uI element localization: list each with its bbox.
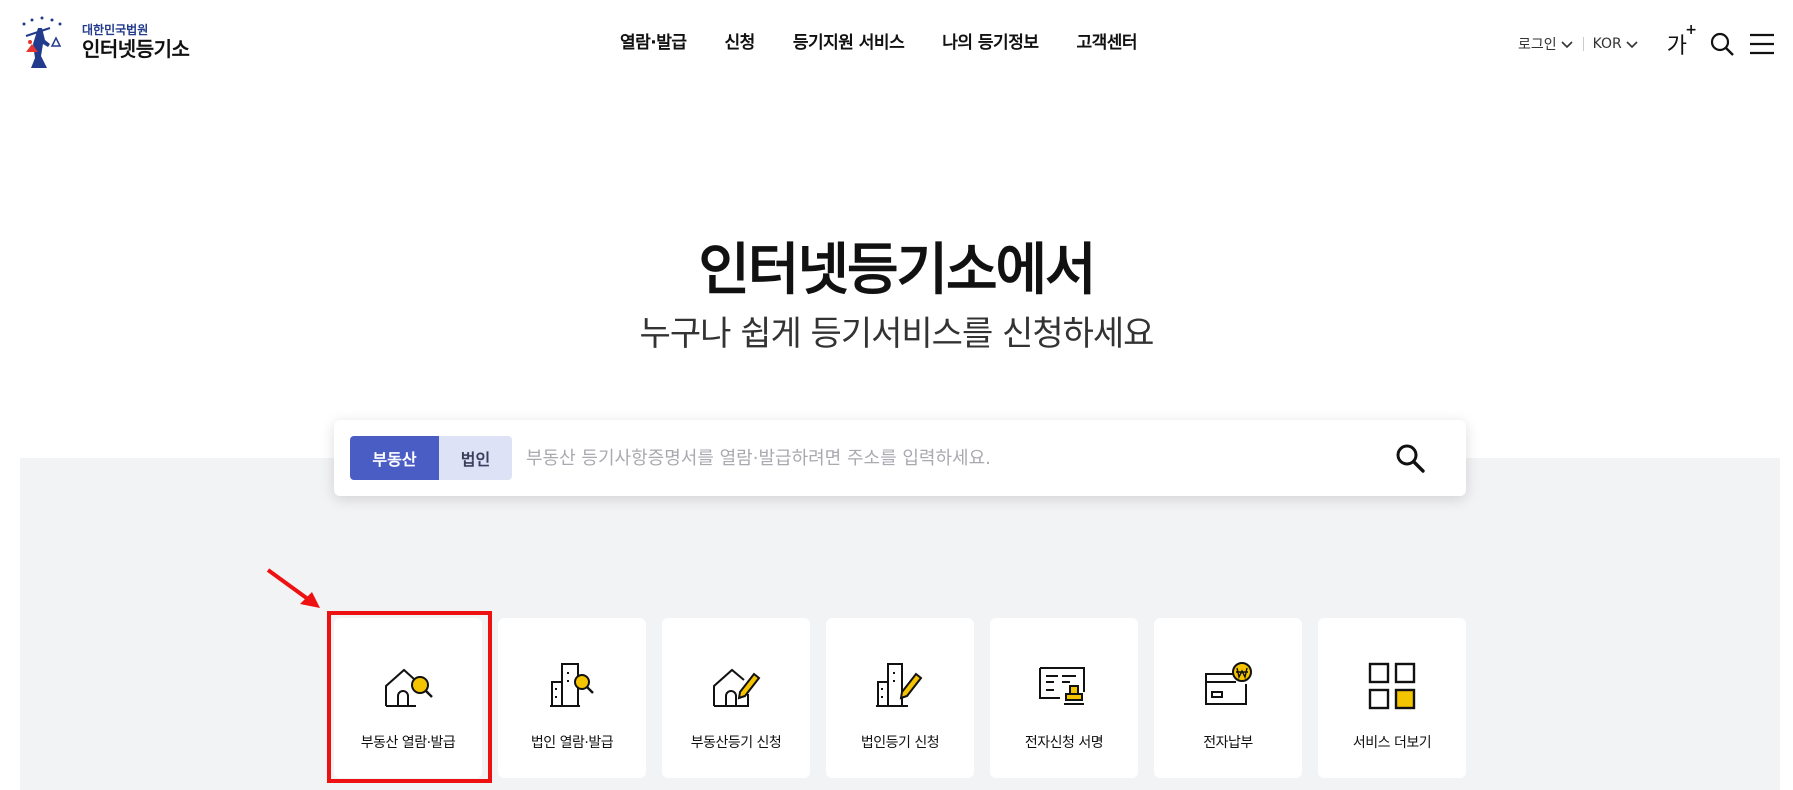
nav-apply[interactable]: 신청 — [725, 28, 756, 53]
search-icon[interactable] — [1709, 31, 1735, 57]
service-label: 서비스 더보기 — [1352, 735, 1432, 751]
hero-subtitle: 누구나 쉽게 등기서비스를 신청하세요 — [639, 314, 1155, 354]
building-search-icon — [550, 663, 594, 707]
service-e-payment[interactable]: 전자납부 — [1154, 618, 1302, 778]
service-real-estate-registration[interactable]: 부동산등기 신청 — [662, 618, 810, 778]
language-dropdown[interactable]: KOR — [1593, 36, 1639, 52]
document-stamp-icon — [1039, 667, 1085, 705]
login-label: 로그인 — [1517, 37, 1557, 53]
service-e-sign[interactable]: 전자신청 서명 — [990, 618, 1138, 778]
building-pen-icon — [876, 663, 923, 707]
chevron-down-icon — [1626, 41, 1638, 49]
house-pen-icon — [713, 668, 761, 707]
service-label: 부동산등기 신청 — [690, 735, 782, 751]
hamburger-menu-icon[interactable] — [1749, 33, 1775, 55]
site-logo[interactable]: 대한민국법원 인터넷등기소 — [18, 14, 208, 70]
nav-customer-center[interactable]: 고객센터 — [1076, 28, 1137, 53]
card-won-icon — [1205, 662, 1252, 705]
nav-my-registry-info[interactable]: 나의 등기정보 — [942, 28, 1039, 53]
address-search-input[interactable] — [526, 436, 1386, 480]
nav-support-services[interactable]: 등기지원 서비스 — [793, 28, 905, 53]
logo-subtitle: 대한민국법원 — [82, 23, 149, 37]
tab-corporation[interactable]: 법인 — [439, 436, 512, 480]
font-size-label: 가 — [1666, 34, 1687, 59]
service-label: 전자신청 서명 — [1024, 735, 1104, 751]
service-corporation-registration[interactable]: 법인등기 신청 — [826, 618, 974, 778]
grid-more-icon — [1368, 662, 1416, 710]
highlight-box — [327, 611, 492, 783]
service-label: 법인 열람·발급 — [530, 735, 614, 751]
divider — [1582, 37, 1584, 51]
language-label: KOR — [1592, 36, 1622, 52]
plus-icon: + — [1685, 22, 1697, 38]
search-submit-icon[interactable] — [1394, 442, 1426, 474]
logo-title: 인터넷등기소 — [82, 37, 190, 61]
utility-menu: 로그인 KOR 가 + — [1518, 22, 1775, 60]
service-corporation-view-issue[interactable]: 법인 열람·발급 — [498, 618, 646, 778]
address-search-box: 부동산 법인 — [334, 420, 1466, 496]
nav-view-issue[interactable]: 열람·발급 — [620, 28, 687, 53]
font-size-button[interactable]: 가 + — [1666, 22, 1697, 60]
login-dropdown[interactable]: 로그인 — [1518, 34, 1574, 54]
court-emblem-icon — [22, 16, 62, 68]
tab-real-estate[interactable]: 부동산 — [350, 436, 439, 480]
site-header: 대한민국법원 인터넷등기소 열람·발급 신청 등기지원 서비스 나의 등기정보 … — [0, 0, 1793, 90]
service-label: 법인등기 신청 — [860, 735, 940, 751]
service-label: 전자납부 — [1203, 735, 1253, 751]
service-more[interactable]: 서비스 더보기 — [1318, 618, 1466, 778]
hero-title: 인터넷등기소에서 — [698, 238, 1096, 303]
quick-services: 부동산 열람·발급 법인 열람·발급 부동산등기 신청 법인등기 신청 전자신청… — [334, 618, 1466, 778]
chevron-down-icon — [1561, 41, 1573, 49]
red-arrow-icon — [266, 568, 320, 608]
main-nav: 열람·발급 신청 등기지원 서비스 나의 등기정보 고객센터 — [620, 28, 1175, 53]
search-type-tabs: 부동산 법인 — [350, 436, 512, 480]
